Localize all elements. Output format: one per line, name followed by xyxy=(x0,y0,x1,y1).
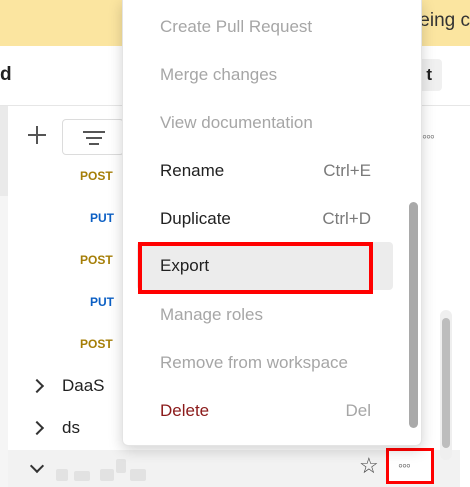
menu-scrollbar[interactable] xyxy=(409,202,418,428)
filter-button[interactable] xyxy=(62,119,124,155)
menu-item-label: Delete xyxy=(160,401,210,420)
request-method[interactable]: POST xyxy=(80,337,113,351)
menu-item-label: Rename xyxy=(160,161,225,180)
menu-item-shortcut: Ctrl+D xyxy=(322,209,371,228)
header-title: d xyxy=(0,64,12,85)
banner-text: eing c xyxy=(419,10,470,31)
menu-item-view-documentation[interactable]: View documentation xyxy=(123,102,408,142)
add-icon[interactable] xyxy=(26,124,48,146)
redacted-text xyxy=(130,469,146,481)
left-gutter xyxy=(0,106,8,487)
star-icon[interactable]: ☆ xyxy=(359,455,379,477)
menu-item-duplicate[interactable]: Duplicate Ctrl+D xyxy=(123,198,408,238)
redacted-text xyxy=(56,469,68,481)
context-menu: Create Pull Request Merge changes View d… xyxy=(122,0,422,446)
menu-item-create-pull-request[interactable]: Create Pull Request xyxy=(123,6,408,46)
folder-label-ds[interactable]: ds xyxy=(62,418,80,438)
menu-item-label: Manage roles xyxy=(160,305,264,324)
request-method[interactable]: PUT xyxy=(90,211,114,225)
menu-item-label: Duplicate xyxy=(160,209,231,228)
menu-item-delete[interactable]: Delete Del xyxy=(123,390,408,430)
menu-item-manage-roles[interactable]: Manage roles xyxy=(123,294,408,334)
more-icon: ◦◦◦ xyxy=(398,457,411,473)
export-highlight-box xyxy=(138,242,373,294)
menu-item-shortcut: Ctrl+E xyxy=(323,161,371,180)
folder-label-daas[interactable]: DaaS xyxy=(62,376,105,396)
menu-item-label: Remove from workspace xyxy=(160,353,349,372)
redacted-text xyxy=(100,469,114,481)
menu-item-merge-changes[interactable]: Merge changes xyxy=(123,54,408,94)
menu-item-label: Merge changes xyxy=(160,65,278,84)
menu-item-label: Create Pull Request xyxy=(160,17,313,36)
more-actions-button[interactable]: ◦◦◦ xyxy=(386,448,434,484)
request-method[interactable]: PUT xyxy=(90,295,114,309)
redacted-text xyxy=(116,459,126,473)
header-action-label: t xyxy=(426,65,432,84)
menu-item-shortcut: Del xyxy=(345,401,371,420)
chevron-right-icon[interactable] xyxy=(29,378,45,394)
menu-item-rename[interactable]: Rename Ctrl+E xyxy=(123,150,408,190)
request-method[interactable]: POST xyxy=(80,169,113,183)
request-method[interactable]: POST xyxy=(80,253,113,267)
menu-item-remove-from-workspace[interactable]: Remove from workspace xyxy=(123,342,408,382)
redacted-text xyxy=(74,471,90,481)
menu-item-label: View documentation xyxy=(160,113,313,132)
chevron-right-icon[interactable] xyxy=(29,420,45,436)
scrollbar-thumb[interactable] xyxy=(442,318,450,448)
more-icon-top[interactable]: ◦◦◦ xyxy=(422,128,435,144)
